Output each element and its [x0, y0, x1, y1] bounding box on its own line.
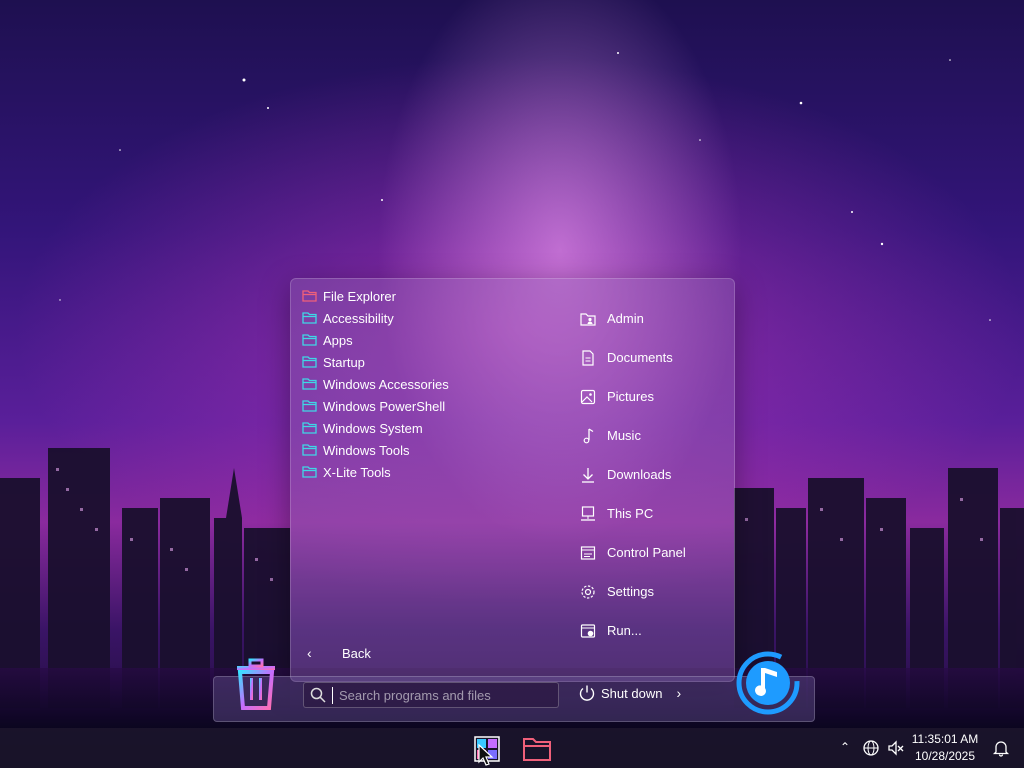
clock-date: 10/28/2025	[914, 749, 976, 763]
program-label: Apps	[323, 332, 353, 348]
chevron-right-icon[interactable]: ›	[676, 685, 681, 701]
document-icon	[582, 349, 594, 366]
power-icon	[579, 685, 595, 701]
program-item[interactable]: Windows System	[301, 417, 551, 439]
program-item[interactable]: Windows PowerShell	[301, 395, 551, 417]
program-label: X-Lite Tools	[323, 464, 391, 480]
back-button[interactable]: ‹ Back	[307, 645, 371, 661]
program-item[interactable]: X-Lite Tools	[301, 461, 551, 483]
back-label: Back	[342, 645, 371, 661]
place-item[interactable]: Downloads	[579, 455, 729, 494]
folder-icon	[302, 312, 317, 324]
place-item[interactable]: Control Panel	[579, 533, 729, 572]
control-panel-icon	[580, 545, 596, 560]
place-label: This PC	[607, 506, 654, 521]
chevron-left-icon: ‹	[307, 645, 312, 661]
system-clock[interactable]: 11:35:01 AM 10/28/2025	[905, 731, 985, 765]
folder-icon	[302, 356, 317, 368]
file-explorer-taskbar-icon[interactable]	[522, 734, 552, 762]
place-label: Run...	[607, 623, 642, 638]
program-label: File Explorer	[323, 288, 396, 304]
place-item[interactable]: Pictures	[579, 377, 729, 416]
place-item[interactable]: Run...	[579, 611, 729, 650]
gear-icon	[581, 584, 595, 599]
place-label: Pictures	[607, 389, 654, 404]
folder-icon	[302, 466, 317, 478]
program-label: Windows Tools	[323, 442, 410, 458]
program-list: File Explorer Accessibility Apps Startup Win…	[301, 285, 551, 483]
music-note-icon	[583, 427, 594, 443]
program-item[interactable]: Windows Tools	[301, 439, 551, 461]
program-label: Accessibility	[323, 310, 394, 326]
user-folder-icon	[580, 312, 596, 326]
folder-icon	[302, 444, 317, 456]
music-player-icon[interactable]	[735, 650, 801, 716]
program-label: Windows System	[323, 420, 423, 436]
volume-muted-icon[interactable]	[887, 739, 905, 757]
network-globe-icon[interactable]	[862, 739, 880, 757]
place-item[interactable]: Settings	[579, 572, 729, 611]
chevron-up-icon[interactable]: ⌃	[840, 740, 850, 754]
computer-icon	[581, 505, 595, 521]
place-item[interactable]: Documents	[579, 338, 729, 377]
mouse-cursor-icon	[478, 744, 494, 766]
program-label: Windows PowerShell	[323, 398, 446, 414]
program-item[interactable]: Windows Accessories	[301, 373, 551, 395]
folder-icon	[302, 378, 317, 390]
program-item[interactable]: Apps	[301, 329, 551, 351]
places-list: Admin Documents Pictures Music Downloads This…	[579, 299, 729, 650]
notification-bell-icon[interactable]	[992, 739, 1010, 757]
folder-icon	[302, 422, 317, 434]
shutdown-label: Shut down	[601, 685, 663, 701]
place-item[interactable]: Music	[579, 416, 729, 455]
recycle-bin-icon[interactable]	[233, 656, 279, 710]
folder-icon	[302, 334, 317, 346]
place-label: Settings	[607, 584, 654, 599]
search-icon	[310, 687, 326, 703]
search-input[interactable]	[332, 686, 551, 704]
clock-time: 11:35:01 AM	[911, 732, 979, 746]
program-label: Startup	[323, 354, 365, 370]
search-field[interactable]	[303, 682, 559, 708]
place-label: Admin	[607, 311, 644, 326]
program-item[interactable]: Startup	[301, 351, 551, 373]
place-label: Control Panel	[607, 545, 686, 560]
place-item[interactable]: This PC	[579, 494, 729, 533]
download-icon	[582, 467, 594, 483]
folder-red-icon	[302, 290, 317, 302]
place-label: Downloads	[607, 467, 672, 482]
picture-icon	[580, 389, 596, 404]
shutdown-button[interactable]: Shut down ›	[578, 684, 681, 702]
program-label: Windows Accessories	[323, 376, 449, 392]
program-item[interactable]: Accessibility	[301, 307, 551, 329]
start-menu: File Explorer Accessibility Apps Startup Win…	[290, 278, 735, 682]
program-item[interactable]: File Explorer	[301, 285, 551, 307]
run-icon	[580, 623, 596, 638]
folder-icon	[302, 400, 317, 412]
place-item[interactable]: Admin	[579, 299, 729, 338]
place-label: Music	[607, 428, 641, 443]
place-label: Documents	[607, 350, 673, 365]
